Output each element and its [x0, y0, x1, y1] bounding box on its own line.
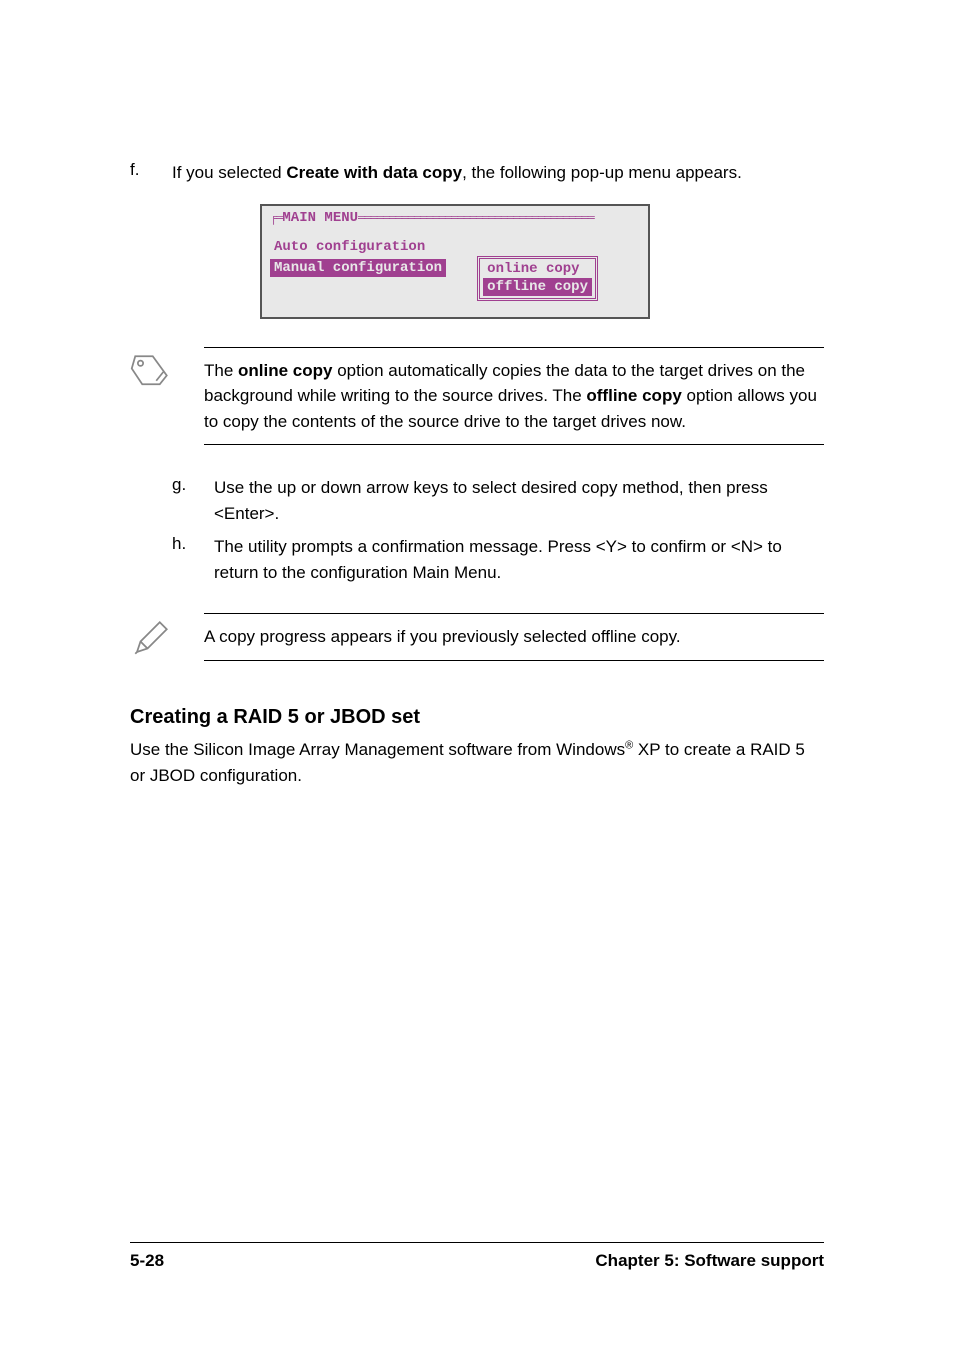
note-body-2: A copy progress appears if you previousl…: [204, 613, 824, 661]
step-marker: f.: [130, 160, 172, 186]
note-1: The online copy option automatically cop…: [130, 347, 824, 446]
section-heading: Creating a RAID 5 or JBOD set: [130, 706, 824, 729]
note1-seg1: The: [204, 361, 238, 380]
menu-title-row: ╒═ MAIN MENU ═══════════════════════════…: [270, 210, 640, 226]
step-f: f. If you selected Create with data copy…: [130, 160, 824, 186]
note1-bold1: online copy: [238, 361, 332, 380]
submenu-offline: offline copy: [483, 278, 592, 296]
pencil-icon: [130, 617, 172, 659]
step-f-bold: Create with data copy: [286, 163, 462, 182]
bios-menu-screenshot: ╒═ MAIN MENU ═══════════════════════════…: [260, 204, 650, 319]
menu-item-manual: Manual configuration: [270, 259, 446, 277]
note-icon-tag: [130, 347, 204, 398]
menu-left-line: ╒═: [270, 211, 282, 225]
note-icon-pencil: [130, 613, 204, 664]
steps-gh: g. Use the up or down arrow keys to sele…: [172, 475, 824, 585]
step-f-suffix: , the following pop-up menu appears.: [462, 163, 742, 182]
submenu-online: online copy: [483, 260, 592, 278]
note-2: A copy progress appears if you previousl…: [130, 613, 824, 664]
step-text-h: The utility prompts a confirmation messa…: [214, 534, 824, 585]
registered-symbol: ®: [625, 739, 633, 751]
page-content: f. If you selected Create with data copy…: [0, 0, 954, 790]
step-marker-h: h.: [172, 534, 214, 585]
footer-page-number: 5-28: [130, 1251, 164, 1271]
step-h: h. The utility prompts a confirmation me…: [172, 534, 824, 585]
note1-bold2: offline copy: [586, 386, 681, 405]
footer-chapter: Chapter 5: Software support: [595, 1251, 824, 1271]
step-marker-g: g.: [172, 475, 214, 526]
section-body: Use the Silicon Image Array Management s…: [130, 737, 824, 790]
menu-right-line: ══════════════════════════════════════: [358, 211, 594, 225]
tag-icon: [130, 351, 172, 393]
submenu: online copy offline copy: [477, 256, 598, 301]
page-footer: 5-28 Chapter 5: Software support: [130, 1242, 824, 1271]
step-f-prefix: If you selected: [172, 163, 286, 182]
section-body-prefix: Use the Silicon Image Array Management s…: [130, 740, 625, 759]
note-body-1: The online copy option automatically cop…: [204, 347, 824, 446]
menu-title: MAIN MENU: [282, 210, 358, 226]
step-text-g: Use the up or down arrow keys to select …: [214, 475, 824, 526]
step-g: g. Use the up or down arrow keys to sele…: [172, 475, 824, 526]
menu-item-auto: Auto configuration: [270, 238, 429, 256]
step-text: If you selected Create with data copy, t…: [172, 160, 824, 186]
